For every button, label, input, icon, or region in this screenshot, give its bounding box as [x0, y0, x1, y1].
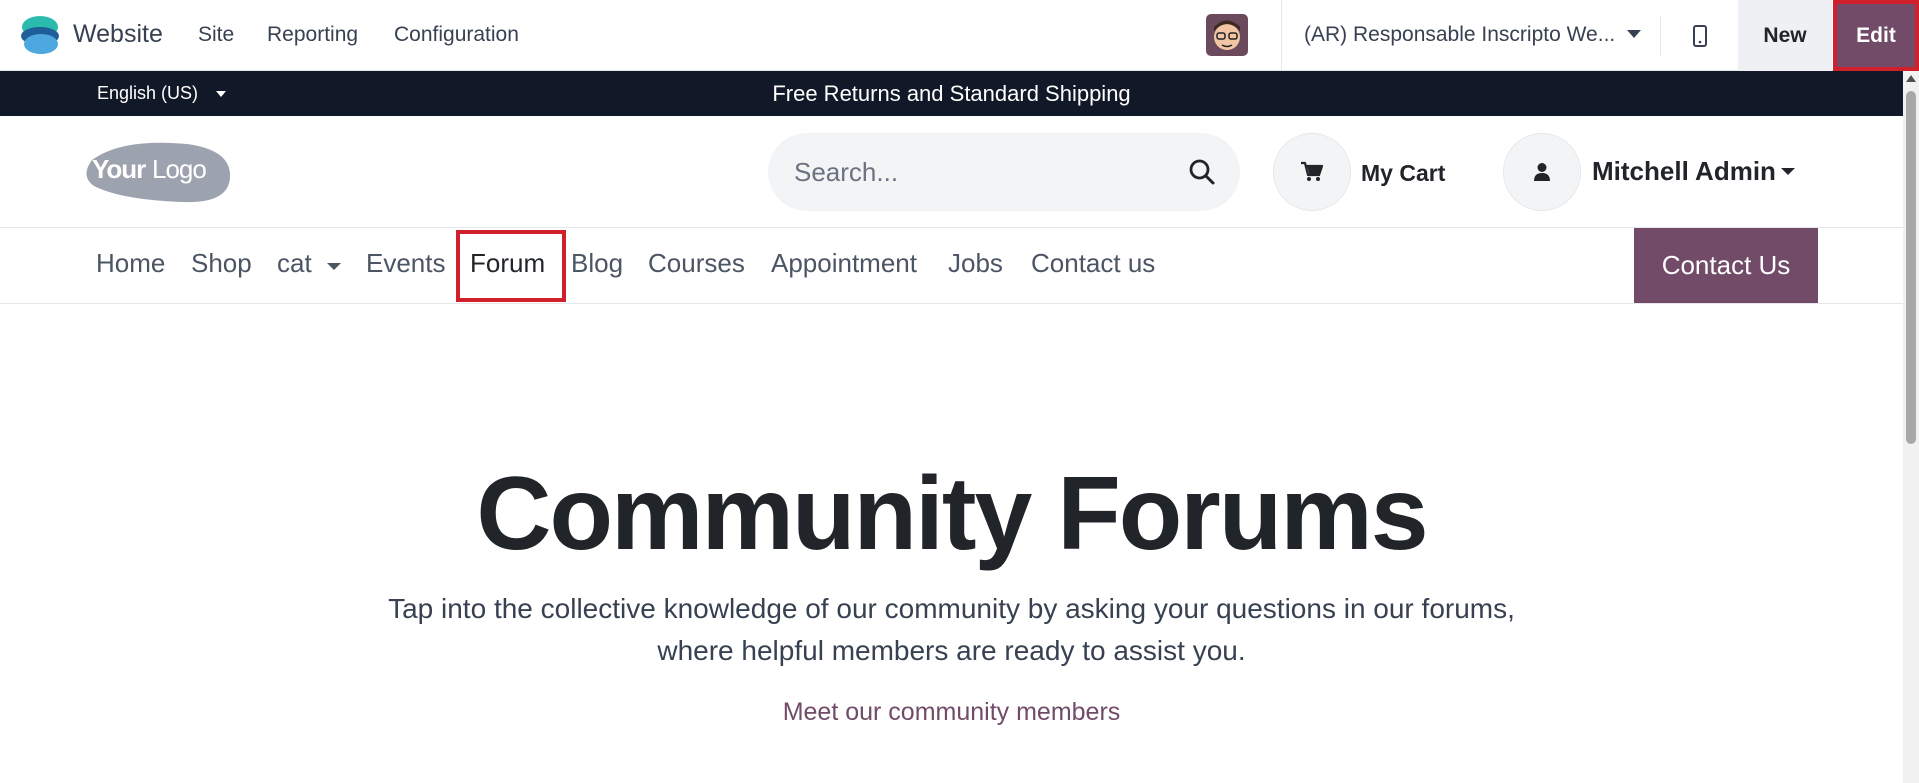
search-bar	[768, 133, 1240, 211]
company-switcher[interactable]: (AR) Responsable Inscripto We...	[1304, 23, 1615, 47]
scrollbar-thumb[interactable]	[1906, 91, 1916, 444]
odoo-top-bar: Website Site Reporting Configuration (AR…	[0, 0, 1919, 71]
announcement-bar: English (US) Free Returns and Standard S…	[0, 71, 1903, 116]
site-header: Your Logo My Cart Mitchell Admin	[0, 116, 1903, 228]
menu-configuration[interactable]: Configuration	[394, 23, 519, 47]
subtitle-line: Tap into the collective knowledge of our…	[388, 593, 1515, 624]
divider	[1281, 0, 1282, 71]
cart-button[interactable]	[1273, 133, 1351, 211]
user-icon	[1534, 163, 1550, 181]
page-subtitle: Tap into the collective knowledge of our…	[330, 588, 1573, 672]
nav-forum[interactable]: Forum	[470, 248, 545, 279]
cart-icon	[1301, 161, 1324, 181]
page-title: Community Forums	[476, 456, 1428, 572]
mobile-phone-icon	[1692, 24, 1707, 47]
app-name[interactable]: Website	[73, 20, 163, 49]
user-menu[interactable]: Mitchell Admin	[1592, 156, 1776, 187]
nav-shop[interactable]: Shop	[191, 248, 252, 279]
nav-home[interactable]: Home	[96, 248, 165, 279]
mobile-preview-button[interactable]	[1662, 0, 1737, 71]
menu-site[interactable]: Site	[198, 23, 234, 47]
scroll-up-arrow-icon[interactable]	[1906, 75, 1916, 82]
user-avatar[interactable]	[1206, 14, 1248, 56]
nav-courses[interactable]: Courses	[648, 248, 745, 279]
chevron-down-icon[interactable]	[327, 263, 341, 270]
edit-button[interactable]: Edit	[1833, 0, 1919, 71]
subtitle-line: where helpful members are ready to assis…	[657, 635, 1246, 666]
site-logo[interactable]: Your Logo	[82, 138, 232, 204]
nav-jobs[interactable]: Jobs	[948, 248, 1003, 279]
svg-text:Logo: Logo	[152, 154, 206, 184]
search-icon[interactable]	[1188, 158, 1216, 186]
nav-blog[interactable]: Blog	[571, 248, 623, 279]
website-app-icon[interactable]	[20, 14, 60, 56]
search-input[interactable]	[794, 133, 1174, 211]
user-menu-avatar[interactable]	[1503, 133, 1581, 211]
page-scrollbar[interactable]	[1903, 71, 1919, 783]
menu-reporting[interactable]: Reporting	[267, 23, 358, 47]
contact-us-button[interactable]: Contact Us	[1634, 228, 1818, 303]
nav-appointment[interactable]: Appointment	[771, 248, 917, 279]
new-button[interactable]: New	[1738, 0, 1832, 71]
site-navigation: Home Shop cat Events Forum Blog Courses …	[0, 228, 1903, 304]
announcement-text: Free Returns and Standard Shipping	[772, 81, 1131, 106]
nav-events[interactable]: Events	[366, 248, 446, 279]
chevron-down-icon[interactable]	[1627, 30, 1641, 38]
chevron-down-icon[interactable]	[1781, 168, 1795, 175]
community-members-link[interactable]: Meet our community members	[0, 698, 1903, 727]
divider	[1660, 16, 1661, 56]
cart-label[interactable]: My Cart	[1361, 160, 1445, 187]
svg-text:Your: Your	[92, 154, 146, 184]
nav-contact-us[interactable]: Contact us	[1031, 248, 1155, 279]
nav-cat[interactable]: cat	[277, 248, 312, 279]
